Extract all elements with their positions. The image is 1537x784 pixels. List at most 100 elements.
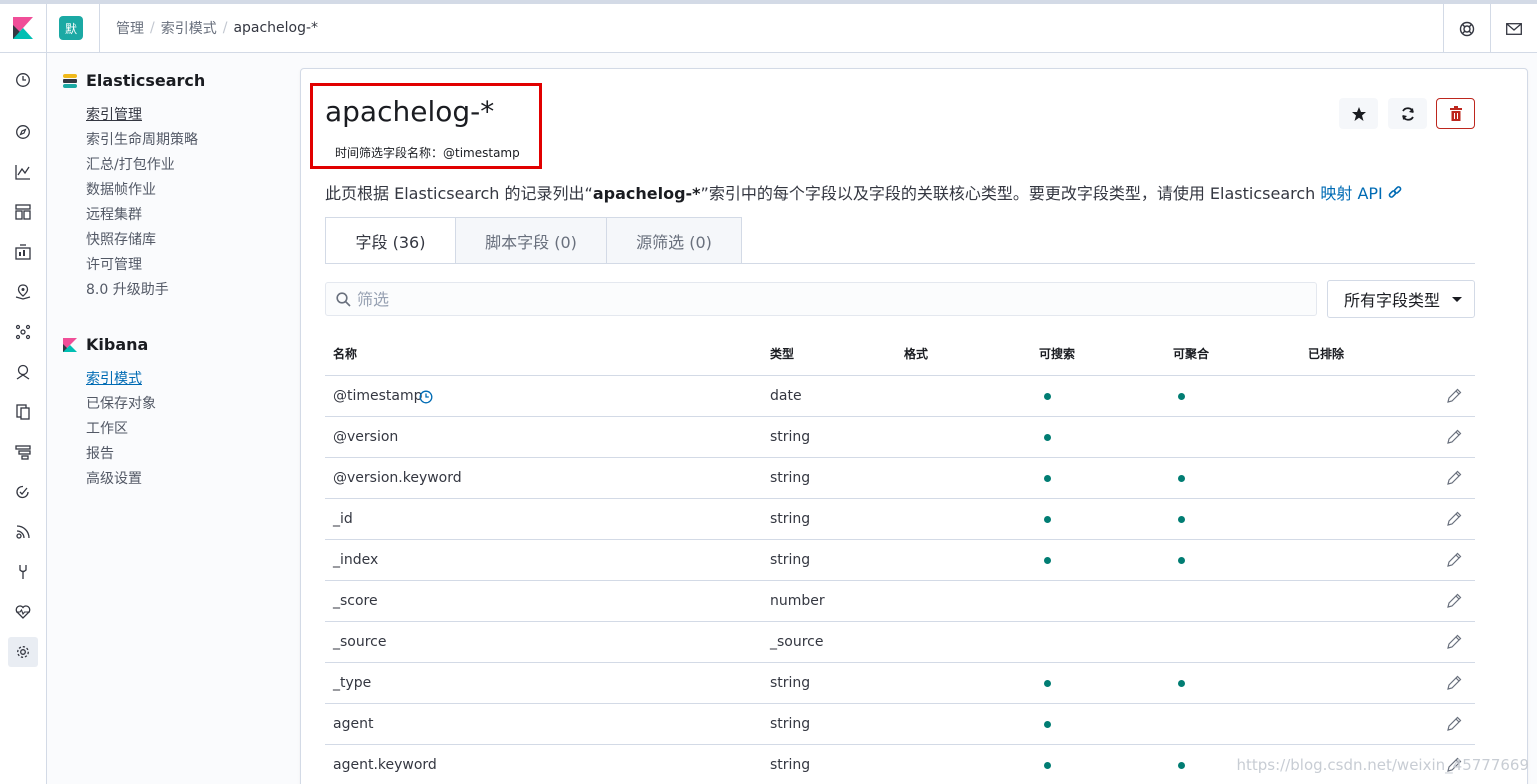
aggregatable-dot-icon (1178, 557, 1185, 564)
aggregatable-dot-icon (1178, 762, 1185, 769)
edit-pencil-icon[interactable] (1446, 511, 1462, 527)
dashboard-icon[interactable] (8, 197, 38, 227)
searchable-dot-icon (1044, 475, 1051, 482)
field-type: date (770, 388, 802, 404)
mail-icon[interactable] (1490, 4, 1537, 53)
description-index-name: apachelog-* (592, 184, 701, 203)
fields-table: 名称 类型 格式 可搜索 可聚合 已排除 @timestamp date @vers… (325, 331, 1475, 784)
field-name: agent (333, 716, 374, 732)
mapping-api-link[interactable]: 映射 API (1320, 184, 1402, 203)
dev-tools-icon[interactable] (8, 557, 38, 587)
caret-down-icon (1452, 297, 1462, 302)
refresh-icon (1401, 106, 1414, 121)
field-name: @version.keyword (333, 470, 462, 486)
siem-icon[interactable] (8, 517, 38, 547)
management-side-nav: Elasticsearch 索引管理 索引生命周期策略 汇总/打包作业 数据帧作… (47, 53, 300, 784)
tab-source-filters[interactable]: 源筛选 (0) (606, 217, 742, 264)
monitoring-icon[interactable] (8, 597, 38, 627)
field-name: @timestamp (333, 388, 423, 404)
field-name: @version (333, 429, 399, 445)
field-type-select[interactable]: 所有字段类型 (1327, 280, 1475, 318)
kibana-logo-icon[interactable] (0, 3, 47, 53)
aggregatable-dot-icon (1178, 516, 1185, 523)
sidebar-item-saved-objects[interactable]: 已保存对象 (86, 393, 156, 413)
sidebar-item-reporting[interactable]: 报告 (86, 443, 114, 463)
tab-scripted-fields[interactable]: 脚本字段 (0) (455, 217, 606, 264)
time-field-clock-icon (419, 390, 433, 404)
filter-search-field[interactable] (325, 282, 1317, 316)
uptime-icon[interactable] (8, 477, 38, 507)
table-body: @timestamp date @version string @version.key… (325, 376, 1475, 784)
ml-icon[interactable] (8, 317, 38, 347)
filter-input[interactable] (357, 289, 1257, 309)
edit-pencil-icon[interactable] (1446, 716, 1462, 732)
table-row: @version.keyword string (325, 458, 1475, 499)
sidebar-item-rollup[interactable]: 汇总/打包作业 (86, 154, 175, 174)
apm-icon[interactable] (8, 437, 38, 467)
canvas-icon[interactable] (8, 237, 38, 267)
sidebar-item-index-management[interactable]: 索引管理 (86, 104, 142, 124)
index-pattern-panel: apachelog-* 时间筛选字段名称：@timestamp 此页根据 Ela… (300, 68, 1528, 784)
searchable-dot-icon (1044, 680, 1051, 687)
sidebar-item-index-patterns[interactable]: 索引模式 (86, 368, 142, 388)
infrastructure-icon[interactable] (8, 357, 38, 387)
column-header-searchable[interactable]: 可搜索 (1039, 345, 1075, 362)
column-header-aggregatable[interactable]: 可聚合 (1173, 345, 1209, 362)
edit-pencil-icon[interactable] (1446, 429, 1462, 445)
set-default-button[interactable] (1339, 98, 1378, 129)
refresh-fields-button[interactable] (1388, 98, 1427, 129)
aggregatable-dot-icon (1178, 475, 1185, 482)
sidebar-item-ilm[interactable]: 索引生命周期策略 (86, 129, 198, 149)
trash-icon (1449, 106, 1462, 121)
recent-clock-icon[interactable] (8, 65, 38, 95)
field-type: string (770, 757, 811, 773)
field-type: string (770, 470, 811, 486)
maps-icon[interactable] (8, 277, 38, 307)
discover-compass-icon[interactable] (8, 117, 38, 147)
field-type: string (770, 552, 811, 568)
space-avatar[interactable]: 默 (59, 16, 83, 40)
sidebar-item-snapshot-repos[interactable]: 快照存储库 (86, 229, 156, 249)
help-icon[interactable] (1443, 4, 1490, 53)
sidebar-item-remote-clusters[interactable]: 远程集群 (86, 204, 142, 224)
edit-pencil-icon[interactable] (1446, 388, 1462, 404)
field-type: string (770, 716, 811, 732)
edit-pencil-icon[interactable] (1446, 634, 1462, 650)
elasticsearch-title: Elasticsearch (86, 71, 206, 90)
edit-pencil-icon[interactable] (1446, 552, 1462, 568)
description-text: 此页根据 Elasticsearch 的记录列出“ (325, 184, 593, 203)
sidebar-item-transforms[interactable]: 数据帧作业 (86, 179, 156, 199)
column-header-excluded[interactable]: 已排除 (1308, 345, 1344, 362)
sidebar-item-license[interactable]: 许可管理 (86, 254, 142, 274)
breadcrumb-index-patterns[interactable]: 索引模式 (161, 18, 217, 38)
table-row: agent string (325, 704, 1475, 745)
sidebar-item-spaces[interactable]: 工作区 (86, 418, 128, 438)
field-name: _source (333, 634, 387, 650)
delete-index-pattern-button[interactable] (1436, 98, 1475, 129)
column-header-name[interactable]: 名称 (333, 345, 357, 362)
sidebar-item-advanced-settings[interactable]: 高级设置 (86, 468, 142, 488)
field-type: string (770, 675, 811, 691)
field-type-select-value: 所有字段类型 (1344, 291, 1441, 310)
sidebar-item-upgrade-assistant[interactable]: 8.0 升级助手 (86, 279, 169, 299)
logs-icon[interactable] (8, 397, 38, 427)
edit-pencil-icon[interactable] (1446, 593, 1462, 609)
kibana-logo-icon (63, 337, 77, 352)
searchable-dot-icon (1044, 762, 1051, 769)
searchable-dot-icon (1044, 557, 1051, 564)
field-name: _index (333, 552, 379, 568)
searchable-dot-icon (1044, 516, 1051, 523)
edit-pencil-icon[interactable] (1446, 470, 1462, 486)
visualize-chart-icon[interactable] (8, 157, 38, 187)
breadcrumb: 管理 / 索引模式 / apachelog-* (99, 3, 318, 53)
field-name: _type (333, 675, 372, 691)
edit-pencil-icon[interactable] (1446, 675, 1462, 691)
breadcrumb-management[interactable]: 管理 (116, 18, 144, 38)
aggregatable-dot-icon (1178, 393, 1185, 400)
table-row: @timestamp date (325, 376, 1475, 417)
elasticsearch-logo-icon (63, 73, 77, 88)
management-gear-icon[interactable] (8, 637, 38, 667)
column-header-type[interactable]: 类型 (770, 345, 794, 362)
tab-fields[interactable]: 字段 (36) (325, 217, 455, 264)
column-header-format[interactable]: 格式 (904, 345, 928, 362)
